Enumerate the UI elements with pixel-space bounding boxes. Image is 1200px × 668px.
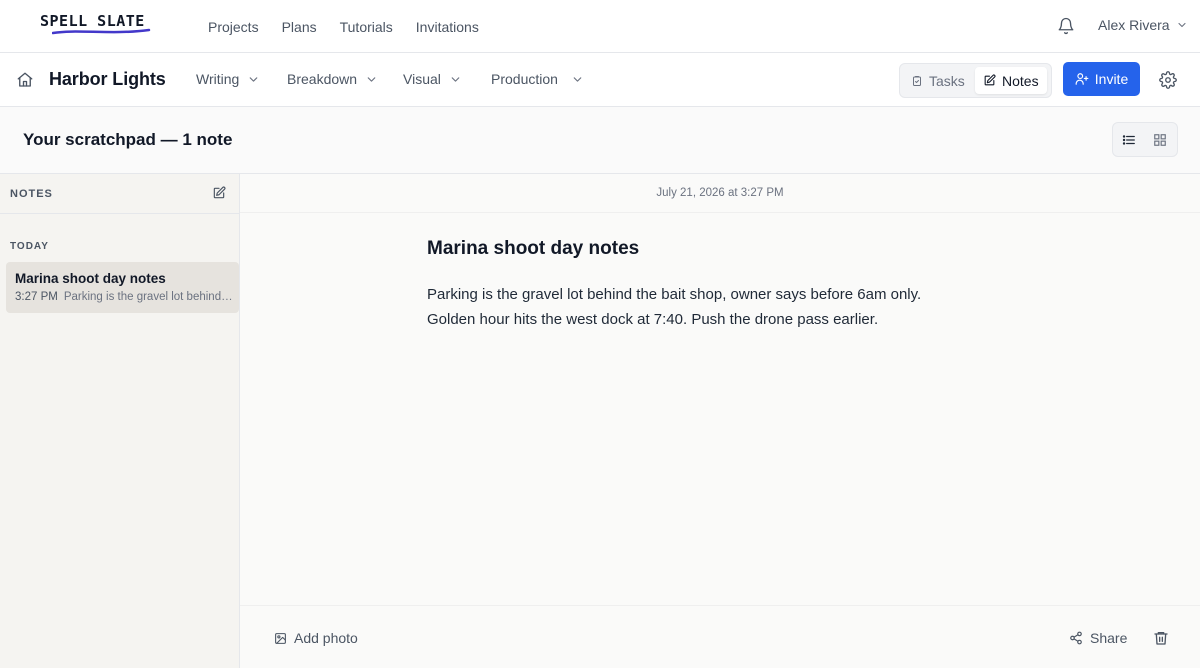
chevron-down-icon xyxy=(1176,19,1188,31)
note-date-row: July 21, 2026 at 3:27 PM xyxy=(240,174,1200,213)
home-icon[interactable] xyxy=(16,71,34,89)
note-item-preview: Parking is the gravel lot behind the bai… xyxy=(63,291,235,303)
tab-notes-label: Notes xyxy=(1002,72,1039,89)
sidebar-divider xyxy=(0,213,239,214)
note-timestamp: July 21, 2026 at 3:27 PM xyxy=(656,187,784,199)
trash-icon[interactable] xyxy=(1153,630,1169,646)
note-editor: July 21, 2026 at 3:27 PM Marina shoot da… xyxy=(240,174,1200,668)
tab-notes[interactable]: Notes xyxy=(975,67,1047,94)
group-label-today: TODAY xyxy=(10,241,49,252)
chevron-down-icon xyxy=(449,73,462,86)
tasks-notes-toggle: Tasks Notes xyxy=(899,63,1052,98)
grid-icon xyxy=(1153,133,1167,147)
chevron-down-icon xyxy=(365,73,378,86)
tab-tasks-label: Tasks xyxy=(929,72,965,89)
note-item-title: Marina shoot day notes xyxy=(15,271,166,286)
logo-underline xyxy=(52,28,151,35)
menu-visual-label: Visual xyxy=(403,71,441,87)
note-title[interactable]: Marina shoot day notes xyxy=(427,238,639,260)
editor-footer: Add photo Share xyxy=(240,605,1200,668)
notes-sidebar: NOTES TODAY Marina shoot day notes 3:27 … xyxy=(0,174,240,668)
scratchpad-header: Your scratchpad — 1 note xyxy=(0,107,1200,174)
menu-visual[interactable]: Visual xyxy=(403,71,462,87)
edit-note-icon xyxy=(983,74,996,87)
tab-tasks[interactable]: Tasks xyxy=(903,67,973,94)
bell-icon[interactable] xyxy=(1057,17,1075,35)
menu-production[interactable]: Production xyxy=(491,71,584,87)
chevron-down-icon xyxy=(247,73,260,86)
nav-plans[interactable]: Plans xyxy=(282,19,317,35)
menu-breakdown-label: Breakdown xyxy=(287,71,358,87)
grid-view-button[interactable] xyxy=(1146,127,1174,152)
invite-button[interactable]: Invite xyxy=(1063,62,1140,96)
add-photo-button[interactable]: Add photo xyxy=(274,630,358,646)
add-photo-label: Add photo xyxy=(294,630,358,646)
main-nav: Projects Plans Tutorials Invitations xyxy=(208,0,479,53)
user-plus-icon xyxy=(1075,72,1089,86)
list-icon xyxy=(1122,133,1136,147)
top-navbar: SPELL SLATE Projects Plans Tutorials Inv… xyxy=(0,0,1200,53)
note-body-line: Parking is the gravel lot behind the bai… xyxy=(427,286,922,303)
note-body[interactable]: Parking is the gravel lot behind the bai… xyxy=(427,282,987,332)
nav-invitations[interactable]: Invitations xyxy=(416,19,479,35)
invite-label: Invite xyxy=(1094,71,1129,87)
share-label: Share xyxy=(1090,630,1128,646)
nav-tutorials[interactable]: Tutorials xyxy=(340,19,393,35)
note-item-meta: 3:27 PM Parking is the gravel lot behind … xyxy=(15,291,235,303)
notes-header: NOTES xyxy=(10,188,53,200)
scratchpad-title: Your scratchpad — 1 note xyxy=(23,130,233,149)
menu-production-label: Production xyxy=(491,71,558,87)
menu-writing[interactable]: Writing xyxy=(196,71,260,87)
project-title: Harbor Lights xyxy=(49,69,166,89)
clipboard-icon xyxy=(911,75,923,87)
menu-writing-label: Writing xyxy=(196,71,240,87)
project-bar: Harbor Lights Writing Breakdown Visual P… xyxy=(0,53,1200,107)
new-note-icon[interactable] xyxy=(212,186,226,200)
image-icon xyxy=(274,632,287,645)
gear-icon[interactable] xyxy=(1159,71,1177,89)
share-button[interactable]: Share xyxy=(1069,630,1127,646)
note-list-item[interactable]: Marina shoot day notes 3:27 PM Parking is… xyxy=(6,262,239,313)
nav-projects[interactable]: Projects xyxy=(208,19,259,35)
note-body-line: Golden hour hits the west dock at 7:40. … xyxy=(427,311,879,328)
share-icon xyxy=(1069,631,1083,645)
view-toggle xyxy=(1112,122,1178,157)
chevron-down-icon xyxy=(571,73,584,86)
user-name: Alex Rivera xyxy=(1098,17,1170,33)
list-view-button[interactable] xyxy=(1115,127,1143,152)
menu-breakdown[interactable]: Breakdown xyxy=(287,71,378,87)
user-menu[interactable]: Alex Rivera xyxy=(1098,17,1188,33)
note-item-time: 3:27 PM xyxy=(15,291,58,303)
